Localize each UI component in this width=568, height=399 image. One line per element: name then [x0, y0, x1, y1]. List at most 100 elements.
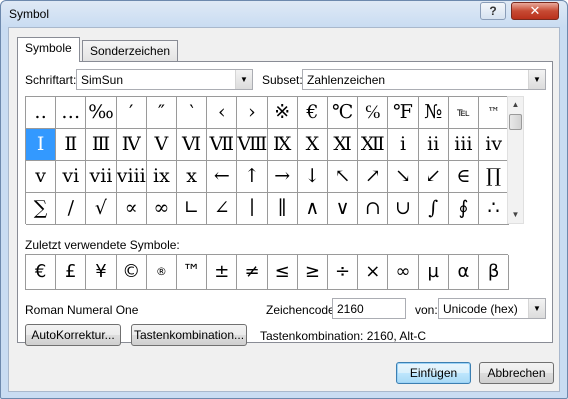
autocorrect-button[interactable]: AutoKorrektur... — [25, 324, 121, 346]
recent-symbol-cell[interactable]: ÷ — [328, 255, 359, 290]
symbol-cell[interactable]: ∫ — [418, 193, 449, 225]
symbol-cell[interactable]: ← — [207, 161, 238, 193]
symbol-cell[interactable]: ↑ — [237, 161, 268, 193]
symbol-cell[interactable]: Ⅲ — [86, 129, 117, 161]
symbol-cell[interactable]: ⅸ — [146, 161, 177, 193]
symbol-cell[interactable]: ∩ — [358, 193, 389, 225]
symbol-cell[interactable]: ⅴ — [26, 161, 57, 193]
symbol-cell[interactable]: ™ — [479, 97, 510, 129]
symbol-cell[interactable]: Ⅱ — [56, 129, 87, 161]
symbol-cell[interactable]: ⅱ — [418, 129, 449, 161]
symbol-cell[interactable]: ⅶ — [86, 161, 117, 193]
recent-symbol-cell[interactable]: × — [358, 255, 389, 290]
recent-symbol-cell[interactable]: α — [448, 255, 479, 290]
recent-symbol-cell[interactable]: © — [116, 255, 147, 290]
symbol-cell[interactable]: € — [297, 97, 328, 129]
symbol-cell[interactable]: ∈ — [448, 161, 479, 193]
symbol-cell[interactable]: Ⅺ — [328, 129, 359, 161]
subset-select[interactable]: Zahlenzeichen ▼ — [302, 69, 546, 90]
recent-symbol-cell[interactable]: ™ — [177, 255, 208, 290]
symbol-cell[interactable]: ∠ — [207, 193, 238, 225]
from-select[interactable]: Unicode (hex) ▼ — [438, 298, 546, 319]
tab-symbole[interactable]: Symbole — [17, 37, 80, 62]
symbol-cell[interactable]: ↙ — [418, 161, 449, 193]
symbol-cell[interactable]: № — [418, 97, 449, 129]
symbol-cell[interactable]: ℡ — [448, 97, 479, 129]
help-button[interactable]: ? — [480, 2, 506, 20]
scroll-thumb[interactable] — [509, 114, 522, 130]
symbol-cell[interactable]: ↓ — [297, 161, 328, 193]
insert-button[interactable]: Einfügen — [396, 362, 471, 384]
symbol-cell[interactable]: Ⅵ — [177, 129, 208, 161]
symbol-cell[interactable]: Ⅷ — [237, 129, 268, 161]
scroll-up-icon[interactable]: ▲ — [508, 97, 523, 113]
symbol-cell[interactable]: ⅲ — [448, 129, 479, 161]
symbol-cell[interactable]: ∧ — [297, 193, 328, 225]
recent-symbol-cell[interactable]: € — [26, 255, 57, 290]
recent-symbol-cell[interactable]: ≤ — [267, 255, 298, 290]
symbol-cell[interactable]: ∨ — [328, 193, 359, 225]
close-button[interactable]: ✕ — [511, 2, 559, 20]
symbol-cell[interactable]: ℅ — [358, 97, 389, 129]
symbol-cell[interactable]: ℃ — [328, 97, 359, 129]
recent-symbol-cell[interactable]: ∞ — [388, 255, 419, 290]
symbol-cell[interactable]: ‥ — [26, 97, 57, 129]
symbol-cell[interactable]: ∣ — [237, 193, 268, 225]
char-code-input[interactable]: 2160 — [332, 298, 406, 319]
symbol-cell[interactable]: ↗ — [358, 161, 389, 193]
symbol-cell[interactable]: Ⅳ — [116, 129, 147, 161]
symbol-cell[interactable]: ⅷ — [116, 161, 147, 193]
chevron-down-icon[interactable]: ▼ — [235, 70, 252, 89]
symbol-cell[interactable]: ⅳ — [479, 129, 510, 161]
recent-symbol-cell[interactable]: ® — [146, 255, 177, 290]
symbol-cell[interactable]: Ⅴ — [146, 129, 177, 161]
symbol-cell[interactable]: ⅹ — [177, 161, 208, 193]
recent-symbol-cell[interactable]: µ — [418, 255, 449, 290]
recent-symbol-cell[interactable]: ¥ — [86, 255, 117, 290]
symbol-cell[interactable]: ″ — [146, 97, 177, 129]
symbol-cell[interactable]: ↖ — [328, 161, 359, 193]
symbol-cell[interactable]: √ — [86, 193, 117, 225]
recent-symbol-cell[interactable]: ≠ — [237, 255, 268, 290]
symbol-cell[interactable]: ∏ — [479, 161, 510, 193]
symbol-cell[interactable]: ‹ — [207, 97, 238, 129]
tab-sonderzeichen[interactable]: Sonderzeichen — [82, 40, 179, 61]
recent-symbol-cell[interactable]: ± — [207, 255, 238, 290]
symbol-cell[interactable]: Ⅹ — [297, 129, 328, 161]
symbol-cell[interactable]: ‵ — [177, 97, 208, 129]
cancel-button[interactable]: Abbrechen — [479, 362, 554, 384]
symbol-cell[interactable]: … — [56, 97, 87, 129]
recent-symbol-cell[interactable]: £ — [56, 255, 87, 290]
symbol-cell[interactable]: Ⅻ — [358, 129, 389, 161]
symbol-cell[interactable]: ⅰ — [388, 129, 419, 161]
symbol-cell[interactable]: ′ — [116, 97, 147, 129]
chevron-down-icon[interactable]: ▼ — [528, 299, 545, 318]
scroll-down-icon[interactable]: ▼ — [508, 207, 523, 223]
symbol-cell[interactable]: Ⅰ — [26, 129, 57, 161]
symbol-cell[interactable]: ∑ — [26, 193, 57, 225]
symbol-cell[interactable]: → — [267, 161, 298, 193]
symbol-cell[interactable]: Ⅶ — [207, 129, 238, 161]
symbol-cell[interactable]: ∟ — [177, 193, 208, 225]
symbol-cell[interactable]: ⅵ — [56, 161, 87, 193]
symbol-grid-scrollbar[interactable]: ▲ ▼ — [507, 96, 524, 224]
recent-symbol-cell[interactable]: ≥ — [297, 255, 328, 290]
title-bar[interactable]: Symbol ? ✕ — [1, 1, 567, 27]
symbol-cell[interactable]: ∕ — [56, 193, 87, 225]
symbol-cell[interactable]: ∝ — [116, 193, 147, 225]
symbol-cell[interactable]: ∮ — [448, 193, 479, 225]
symbol-cell[interactable]: ※ — [267, 97, 298, 129]
symbol-cell[interactable]: ∪ — [388, 193, 419, 225]
symbol-cell[interactable]: ‰ — [86, 97, 117, 129]
symbol-cell[interactable]: ↘ — [388, 161, 419, 193]
symbol-cell[interactable]: ∞ — [146, 193, 177, 225]
symbol-cell[interactable]: › — [237, 97, 268, 129]
symbol-cell[interactable]: ∥ — [267, 193, 298, 225]
symbol-cell[interactable]: ℉ — [388, 97, 419, 129]
recent-symbol-cell[interactable]: β — [479, 255, 510, 290]
shortcut-key-button[interactable]: Tastenkombination... — [131, 324, 247, 346]
symbol-cell[interactable]: ∴ — [479, 193, 510, 225]
font-select[interactable]: SimSun ▼ — [76, 69, 253, 90]
symbol-cell[interactable]: Ⅸ — [267, 129, 298, 161]
chevron-down-icon[interactable]: ▼ — [528, 70, 545, 89]
